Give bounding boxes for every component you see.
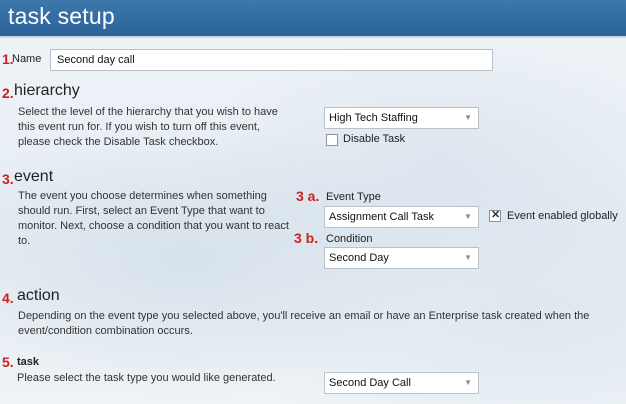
step-number-2: 2. <box>2 85 14 101</box>
name-input[interactable]: Second day call <box>50 49 493 71</box>
chevron-down-icon: ▼ <box>464 378 472 387</box>
event-description-line: to. <box>18 235 31 247</box>
step-number-3b: 3 b. <box>294 230 319 246</box>
step-number-5: 5. <box>2 354 14 370</box>
event-description-line: monitor. Next, choose a condition that y… <box>18 220 289 232</box>
task-description: Please select the task type you would li… <box>17 372 276 384</box>
disable-task-label: Disable Task <box>343 133 406 145</box>
event-title: event <box>14 168 54 185</box>
hierarchy-title: hierarchy <box>14 82 80 99</box>
chevron-down-icon: ▼ <box>464 113 472 122</box>
event-enabled-globally-label: Event enabled globally <box>507 210 618 222</box>
hierarchy-description: Select the level of the hierarchy that y… <box>18 105 318 150</box>
task-type-select-value: Second Day Call <box>329 377 411 389</box>
condition-select-value: Second Day <box>329 252 389 264</box>
event-description-line: should run. First, select an Event Type … <box>18 205 265 217</box>
hierarchy-select[interactable]: High Tech Staffing ▼ <box>324 107 479 129</box>
condition-label: Condition <box>326 233 373 245</box>
event-type-select[interactable]: Assignment Call Task ▼ <box>324 206 479 228</box>
hierarchy-select-value: High Tech Staffing <box>329 112 418 124</box>
chevron-down-icon: ▼ <box>464 212 472 221</box>
step-number-3: 3. <box>2 171 14 187</box>
task-type-select[interactable]: Second Day Call ▼ <box>324 372 479 394</box>
action-description: Depending on the event type you selected… <box>18 309 624 339</box>
condition-select[interactable]: Second Day ▼ <box>324 247 479 269</box>
task-title: task <box>17 356 40 368</box>
action-description-line: event/condition combination occurs. <box>18 325 193 337</box>
event-type-label: Event Type <box>326 191 381 203</box>
header-bar: task setup <box>0 0 626 38</box>
chevron-down-icon: ▼ <box>464 253 472 262</box>
event-type-select-value: Assignment Call Task <box>329 211 434 223</box>
page-title: task setup <box>8 3 115 29</box>
name-label: Name <box>12 53 42 65</box>
hierarchy-description-line: Select the level of the hierarchy that y… <box>18 106 278 118</box>
disable-task-checkbox[interactable] <box>326 134 338 146</box>
step-number-4: 4. <box>2 290 14 306</box>
hierarchy-description-line: this event run for. If you wish to turn … <box>18 121 260 133</box>
event-description: The event you choose determines when som… <box>18 189 328 249</box>
event-enabled-globally-checkbox[interactable] <box>489 208 501 222</box>
event-description-line: The event you choose determines when som… <box>18 190 267 202</box>
action-title: action <box>17 287 60 304</box>
step-number-3a: 3 a. <box>296 188 320 204</box>
action-description-line: Depending on the event type you selected… <box>18 310 590 322</box>
hierarchy-description-line: please check the Disable Task checkbox. <box>18 136 219 148</box>
